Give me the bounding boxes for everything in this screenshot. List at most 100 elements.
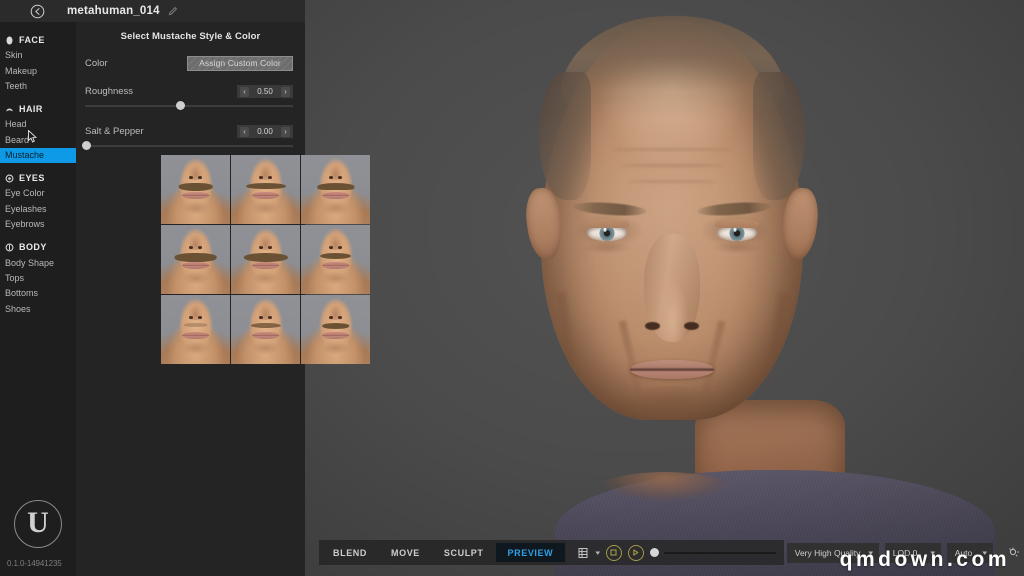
eyelid-right [715,219,759,228]
back-button[interactable] [26,0,48,22]
hairline [561,16,785,120]
under-eye-right [709,242,765,258]
mustache-thumbnail[interactable] [301,155,370,224]
mustache-thumbnail[interactable] [231,295,300,364]
unreal-engine-logo[interactable]: U [14,500,62,548]
title-bar: metahuman_014 [0,0,305,22]
color-row: Color Assign Custom Color [76,50,305,76]
chevron-right-icon[interactable]: › [280,126,290,137]
chevron-right-icon[interactable]: › [280,86,290,97]
sidebar-item-eye-color[interactable]: Eye Color [0,186,76,201]
roughness-spinner[interactable]: ‹ 0.50 › [237,85,293,98]
sidebar-item-makeup[interactable]: Makeup [0,63,76,78]
light-rig-control[interactable]: ▾ [999,543,1024,563]
forehead-wrinkle [620,164,724,167]
viewport-3d-character[interactable] [305,0,1024,576]
panel-title: Select Mustache Style & Color [120,31,261,42]
eye-icon [5,174,14,183]
version-label: 0.1.0-14941235 [7,559,62,568]
eyelid-left [585,219,629,228]
salt-pepper-spinner[interactable]: ‹ 0.00 › [237,125,293,138]
edit-pencil-icon[interactable] [168,6,178,16]
layers-icon[interactable] [575,545,590,560]
light-rig-icon[interactable] [1007,545,1022,560]
chevron-left-icon[interactable]: ‹ [240,126,249,137]
sidebar-group-label: FACE [19,35,45,45]
timeline-track[interactable] [663,551,776,554]
chevron-down-icon[interactable]: ▾ [596,549,601,557]
auto-label: Auto [954,547,973,558]
character-head [517,16,827,450]
mustache-thumbnail[interactable] [301,295,370,364]
sidebar-item-head[interactable]: Head [0,117,76,132]
salt-pepper-knob[interactable] [82,141,91,150]
stop-button[interactable] [605,544,622,561]
mustache-thumbnail-selected[interactable] [161,295,230,364]
color-label: Color [85,57,108,69]
salt-pepper-value: 0.00 [257,127,273,136]
sidebar-group-label: HAIR [19,104,43,115]
chevron-down-icon[interactable]: ▾ [869,549,874,557]
document-title: metahuman_014 [67,5,160,17]
properties-panel: Select Mustache Style & Color Color Assi… [76,22,370,576]
mustache-thumbnail[interactable] [231,155,300,224]
salt-pepper-slider-row: Salt & Pepper ‹ 0.00 › [76,125,305,156]
sidebar-group-body[interactable]: BODY [0,239,76,255]
sidebar-item-teeth[interactable]: Teeth [0,79,76,94]
sidebar-group-hair[interactable]: HAIR [0,101,76,117]
chin [617,386,727,436]
mode-preview-button[interactable]: PREVIEW [495,543,566,562]
hair-side-right [753,72,805,200]
mustache-thumbnail[interactable] [231,225,300,294]
sidebar-item-eyelashes[interactable]: Eyelashes [0,202,76,217]
mustache-thumbnail[interactable] [301,225,370,294]
roughness-knob[interactable] [176,101,185,110]
sidebar-item-bottoms[interactable]: Bottoms [0,286,76,301]
ue-logo-glyph: U [14,500,62,548]
quality-label: Very High Quality [794,547,861,558]
lod-dropdown[interactable]: LOD 0 ▾ [884,542,941,563]
chevron-down-icon[interactable]: ▾ [931,549,936,557]
sidebar-item-tops[interactable]: Tops [0,271,76,286]
mustache-style-grid [161,155,371,364]
transport-controls: ▾ [567,540,784,565]
hair-side-left [539,72,591,200]
mode-move-button[interactable]: MOVE [379,543,432,562]
metahuman-creator-window: metahuman_014 FACE Skin Makeup Teeth HAI… [0,0,1024,576]
mode-blend-button[interactable]: BLEND [321,543,379,562]
mode-button-group: BLEND MOVE SCULPT PREVIEW [319,540,568,565]
body-icon [5,243,14,252]
sidebar-item-body-shape[interactable]: Body Shape [0,255,76,270]
sidebar-group-face[interactable]: FACE [0,32,76,48]
sidebar-item-mustache[interactable]: Mustache [0,147,76,164]
mustache-thumbnail[interactable] [161,225,230,294]
chevron-left-icon[interactable]: ‹ [240,86,249,97]
roughness-value: 0.50 [257,87,273,96]
timeline-knob[interactable] [649,548,659,557]
roughness-track[interactable] [85,105,293,107]
nostril-right [684,322,699,330]
mode-sculpt-button[interactable]: SCULPT [432,543,496,562]
hair-icon [5,105,14,114]
sidebar-group-eyes[interactable]: EYES [0,170,76,186]
play-button[interactable] [627,544,644,561]
sidebar-item-skin[interactable]: Skin [0,48,76,63]
sidebar-item-shoes[interactable]: Shoes [0,302,76,317]
roughness-label: Roughness [85,86,134,97]
chevron-down-icon[interactable]: ▾ [983,549,988,557]
sidebar-item-beard[interactable]: Beard [0,133,76,148]
assign-custom-color-button[interactable]: Assign Custom Color [187,55,293,71]
shirt-collar [576,472,753,534]
mouth [630,360,714,379]
sidebar-item-eyebrows[interactable]: Eyebrows [0,217,76,232]
quality-dropdown[interactable]: Very High Quality ▾ [786,542,879,563]
sidebar-group-label: EYES [19,173,45,184]
category-sidebar: FACE Skin Makeup Teeth HAIR Head Beard M… [0,22,76,576]
mustache-thumbnail[interactable] [161,155,230,224]
auto-dropdown[interactable]: Auto ▾ [946,542,993,563]
lod-label: LOD 0 [892,547,918,558]
nostril-left [645,322,660,330]
salt-pepper-track[interactable] [85,145,293,147]
under-eye-left [579,242,635,258]
sidebar-group-label: BODY [19,242,47,253]
